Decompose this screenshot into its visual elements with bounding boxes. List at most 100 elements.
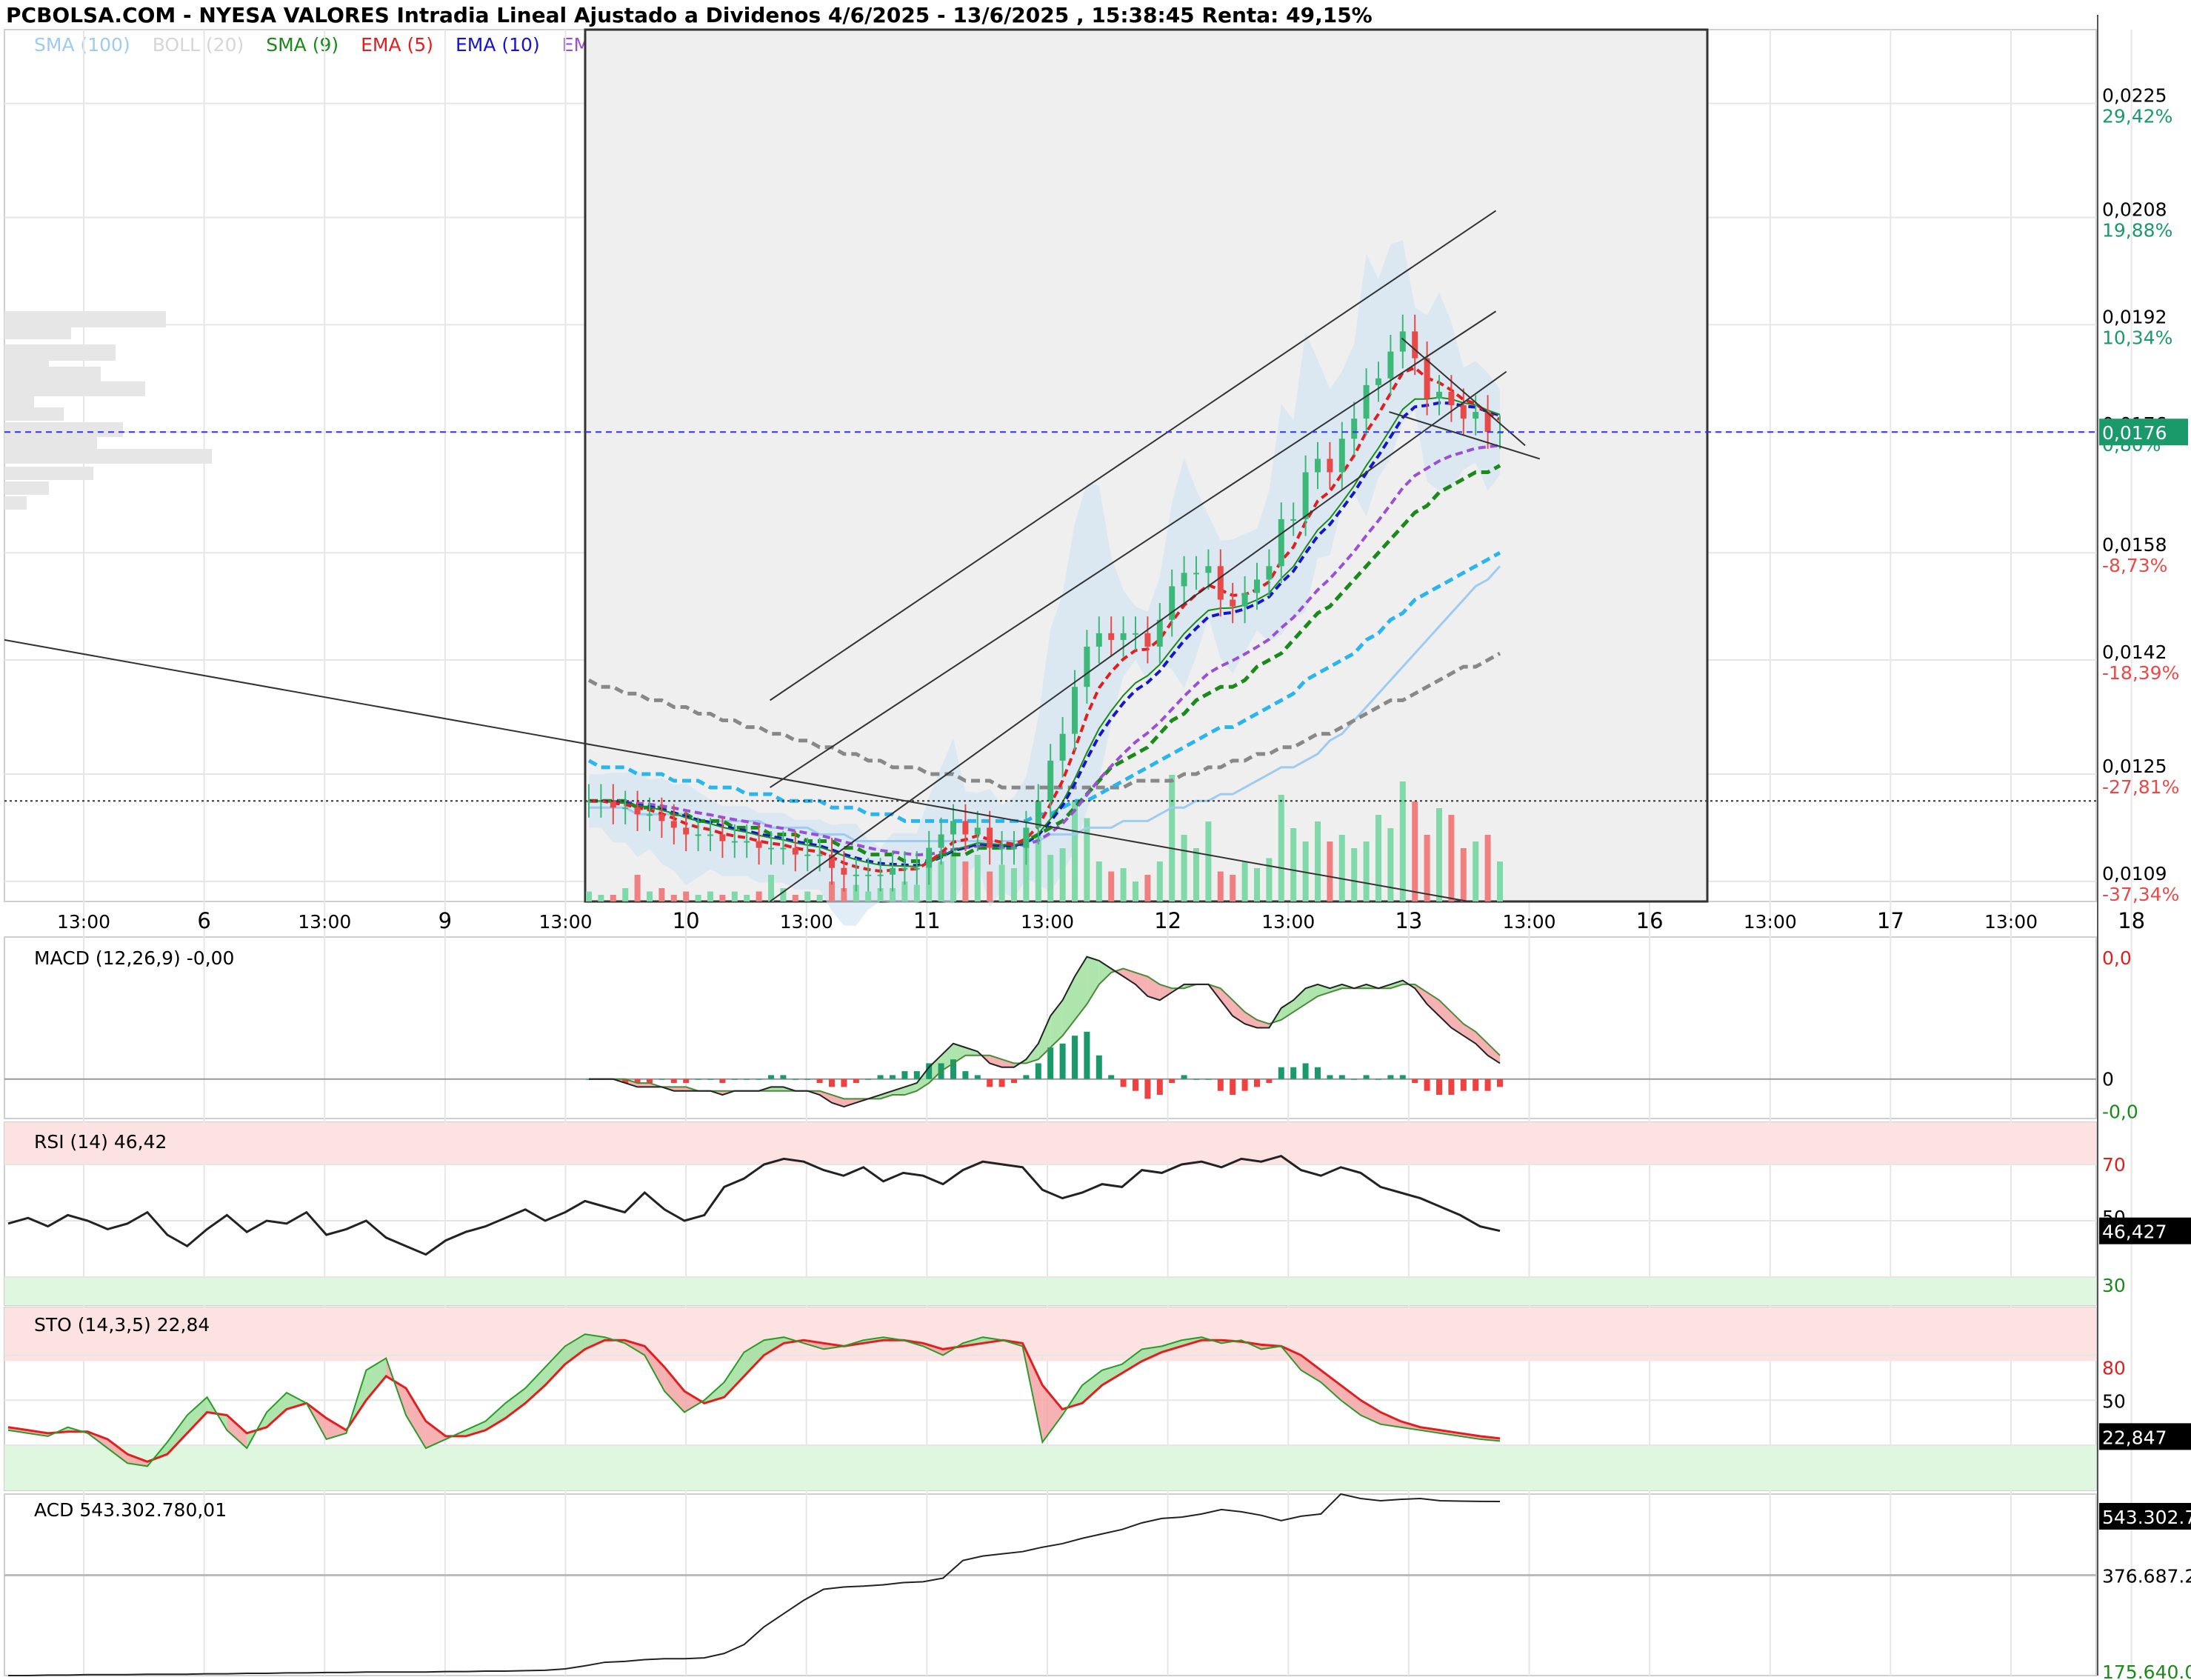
macd-fill xyxy=(1463,1024,1476,1044)
candle-body xyxy=(890,867,896,875)
macd-histogram-bar xyxy=(792,1079,798,1080)
macd-histogram-bar xyxy=(1254,1079,1260,1087)
candle-body xyxy=(1278,519,1284,567)
macd-fill xyxy=(1439,1000,1452,1028)
candle-body xyxy=(1023,827,1030,848)
candle-body xyxy=(998,847,1005,850)
macd-histogram-bar xyxy=(1338,1075,1345,1079)
x-tick-label: 18 xyxy=(2118,908,2145,933)
candle-body xyxy=(865,874,872,876)
rsi-oversold-zone xyxy=(4,1277,2096,1305)
candle-body xyxy=(841,867,847,875)
macd-histogram-bar xyxy=(670,1079,677,1084)
macd-histogram-bar xyxy=(1217,1079,1224,1091)
macd-histogram-bar xyxy=(756,1079,762,1080)
x-tick-label: 13:00 xyxy=(1744,911,1797,933)
volume-bar xyxy=(1484,835,1491,901)
volume-bar xyxy=(987,871,993,901)
chart-canvas[interactable]: 0,022529,42%0,020819,88%0,019210,34%0,01… xyxy=(0,0,2191,1680)
volume-bar xyxy=(1363,841,1370,901)
volume-bar xyxy=(647,891,653,901)
macd-histogram-bar xyxy=(1266,1079,1273,1084)
selection-region xyxy=(584,28,1709,903)
y-tick-pct: 29,42% xyxy=(2102,106,2172,127)
acd-tick-label: 175.640.0 xyxy=(2102,1661,2191,1680)
candle-body xyxy=(1169,586,1175,620)
volume-bar xyxy=(707,891,713,901)
volume-bar xyxy=(792,895,798,901)
macd-histogram-bar xyxy=(1193,1079,1199,1080)
volume-bar xyxy=(1156,861,1163,901)
candle-body xyxy=(658,814,665,821)
volume-profile-bar xyxy=(4,422,123,437)
candle-body xyxy=(768,847,774,850)
macd-histogram-bar xyxy=(780,1075,787,1079)
volume-bar xyxy=(1278,795,1284,901)
candle-body xyxy=(950,821,956,835)
candle-body xyxy=(1302,472,1309,519)
macd-histogram-bar xyxy=(1399,1075,1406,1079)
volume-bar xyxy=(1181,835,1187,901)
volume-bar xyxy=(1448,815,1455,901)
macd-histogram-bar xyxy=(1011,1079,1017,1084)
macd-histogram-bar xyxy=(1059,1043,1066,1079)
candle-body xyxy=(756,841,762,848)
volume-profile-bar xyxy=(4,481,49,495)
y-tick-label: 0,0142 xyxy=(2102,641,2167,663)
y-tick-label: 0,0208 xyxy=(2102,199,2167,221)
macd-histogram-bar xyxy=(1035,1063,1041,1079)
macd-histogram-bar xyxy=(1230,1079,1236,1096)
macd-histogram-bar xyxy=(1448,1079,1455,1096)
macd-histogram-bar xyxy=(816,1079,823,1084)
candle-body xyxy=(731,841,738,843)
candle-body xyxy=(1047,760,1054,801)
y-tick-pct: -27,81% xyxy=(2102,776,2179,798)
candle-body xyxy=(1205,566,1212,573)
volume-bar xyxy=(1315,821,1321,901)
macd-mid-tick: 0 xyxy=(2102,1069,2114,1090)
macd-histogram-bar xyxy=(1327,1075,1333,1079)
macd-histogram-bar xyxy=(683,1079,690,1084)
macd-histogram-bar xyxy=(1315,1067,1321,1079)
macd-histogram-bar xyxy=(658,1079,665,1080)
y-tick-label: 0,0158 xyxy=(2102,534,2167,556)
volume-bar xyxy=(1047,855,1054,901)
macd-top-tick: 0,0 xyxy=(2102,947,2132,969)
volume-bar xyxy=(1375,815,1381,901)
candle-body xyxy=(913,867,920,870)
sto-level-50: 50 xyxy=(2102,1390,2126,1412)
macd-histogram-bar xyxy=(890,1075,896,1079)
candle-body xyxy=(1193,573,1199,575)
macd-fill xyxy=(1087,956,1099,1004)
volume-bar xyxy=(1424,835,1430,901)
acd-line xyxy=(8,1493,1501,1676)
sto-fill xyxy=(505,1388,526,1419)
x-tick-label: 13:00 xyxy=(298,911,351,933)
macd-histogram-bar xyxy=(987,1079,993,1087)
volume-bar xyxy=(804,891,811,901)
macd-histogram-bar xyxy=(1302,1063,1309,1079)
macd-histogram-bar xyxy=(1084,1031,1090,1079)
candle-body xyxy=(1241,593,1248,607)
macd-histogram-bar xyxy=(707,1079,713,1080)
y-tick-pct: -18,39% xyxy=(2102,662,2179,684)
volume-bar xyxy=(1120,868,1127,901)
macd-histogram-bar xyxy=(1156,1079,1163,1096)
volume-profile-bar xyxy=(4,367,101,383)
macd-histogram-bar xyxy=(804,1079,811,1080)
volume-bar xyxy=(744,895,750,901)
rsi-level-70: 70 xyxy=(2102,1154,2126,1176)
volume-bar xyxy=(1497,861,1503,901)
macd-histogram-bar xyxy=(1108,1075,1115,1079)
candle-body xyxy=(1327,459,1333,473)
x-tick-label: 12 xyxy=(1154,908,1181,933)
volume-profile-bar xyxy=(4,393,34,407)
volume-bar xyxy=(586,891,592,901)
macd-histogram-bar xyxy=(1424,1079,1430,1091)
rsi-label: RSI (14) 46,42 xyxy=(34,1131,167,1153)
panel-frame-acd xyxy=(4,1493,2097,1676)
volume-profile-bar xyxy=(4,467,93,480)
candle-body xyxy=(877,874,884,876)
candle-body xyxy=(1096,633,1102,647)
volume-bar xyxy=(1338,835,1345,901)
